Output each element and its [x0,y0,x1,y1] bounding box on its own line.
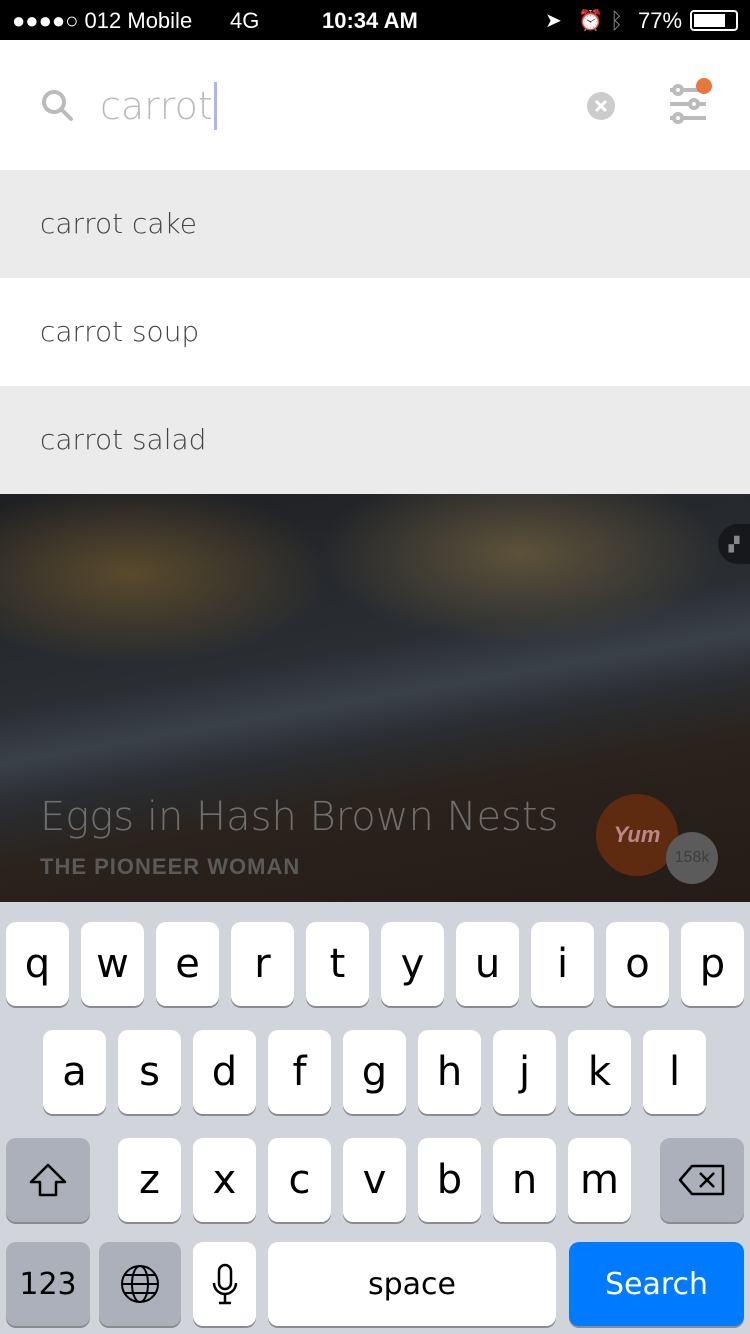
alarm-icon: ⏰ [578,10,603,32]
key-r[interactable]: r [231,922,294,1006]
shift-key[interactable] [6,1138,90,1222]
time: 10:34 AM [322,8,418,33]
key-w[interactable]: w [81,922,144,1006]
search-icon [42,90,73,121]
bluetooth-icon: ᛒ [610,8,624,33]
key-k[interactable]: k [568,1030,631,1114]
recipe-title: Eggs in Hash Brown Nests [40,794,559,840]
delete-key[interactable] [660,1138,744,1222]
key-y[interactable]: y [381,922,444,1006]
key-g[interactable]: g [343,1030,406,1114]
recipe-card[interactable]: ▞ Eggs in Hash Brown Nests THE PIONEER W… [0,494,750,902]
globe-icon [121,1265,159,1303]
key-h[interactable]: h [418,1030,481,1114]
key-z[interactable]: z [118,1138,181,1222]
collapse-icon[interactable]: ▞ [718,524,750,564]
location-icon: ➤ [545,10,562,32]
battery-percent: 77% [638,8,683,33]
key-c[interactable]: c [268,1138,331,1222]
search-input[interactable]: carrot [100,82,217,130]
search-bar: carrot [0,40,750,170]
suggestion-item[interactable]: carrot salad [0,386,750,494]
key-n[interactable]: n [493,1138,556,1222]
battery-icon [690,10,738,31]
key-b[interactable]: b [418,1138,481,1222]
recipe-source: THE PIONEER WOMAN [40,854,301,879]
key-x[interactable]: x [193,1138,256,1222]
key-t[interactable]: t [306,922,369,1006]
clear-icon[interactable] [586,91,616,121]
yum-count: 158k [666,832,718,884]
keyboard: 123 space Search qwertyuiop asdfghjkl zxcv… [0,902,750,1334]
space-key[interactable]: space [268,1242,556,1326]
carrier: ●●●●○ 012 Mobile [12,8,193,33]
dictation-key[interactable] [193,1242,256,1326]
search-key[interactable]: Search [569,1242,744,1326]
globe-key[interactable] [99,1242,181,1326]
key-a[interactable]: a [43,1030,106,1114]
network: 4G [230,8,260,33]
key-v[interactable]: v [343,1138,406,1222]
suggestion-item[interactable]: carrot cake [0,170,750,278]
suggestion-item[interactable]: carrot soup [0,278,750,386]
microphone-icon [212,1263,237,1305]
numbers-key[interactable]: 123 [6,1242,90,1326]
filter-icon[interactable] [666,76,714,128]
key-l[interactable]: l [643,1030,706,1114]
key-d[interactable]: d [193,1030,256,1114]
key-p[interactable]: p [681,922,744,1006]
key-m[interactable]: m [568,1138,631,1222]
filter-badge [696,78,712,94]
key-s[interactable]: s [118,1030,181,1114]
key-u[interactable]: u [456,922,519,1006]
key-i[interactable]: i [531,922,594,1006]
key-f[interactable]: f [268,1030,331,1114]
key-q[interactable]: q [6,922,69,1006]
key-j[interactable]: j [493,1030,556,1114]
key-e[interactable]: e [156,922,219,1006]
key-o[interactable]: o [606,922,669,1006]
status-bar: ●●●●○ 012 Mobile 4G 10:34 AM ➤ ⏰ ᛒ 77% [0,0,750,40]
